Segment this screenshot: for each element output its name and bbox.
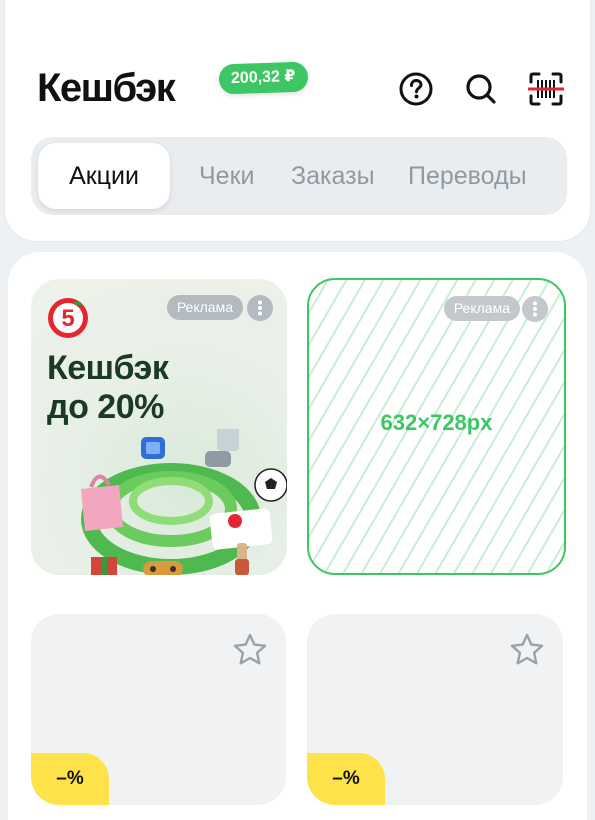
pyaterochka-logo: 5 <box>48 298 88 338</box>
promo-ad-card[interactable]: 5 Реклама Кешбэк до 20% <box>31 279 287 575</box>
blender-icon <box>205 429 239 467</box>
tab-promotions[interactable]: Акции <box>38 143 170 209</box>
promo-headline-line2: до 20% <box>47 388 164 426</box>
star-icon[interactable] <box>232 632 268 668</box>
help-icon <box>399 72 433 106</box>
soccer-ball-icon <box>254 468 287 502</box>
more-vertical-icon <box>258 300 262 316</box>
scan-icon <box>528 72 564 106</box>
ad-label: Реклама <box>166 295 243 320</box>
discount-badge: –% <box>307 753 385 805</box>
star-icon[interactable] <box>509 632 545 668</box>
search-button[interactable] <box>463 71 499 107</box>
search-icon <box>466 74 496 104</box>
offer-card[interactable]: –% <box>31 614 286 805</box>
promo-illustration <box>81 429 287 575</box>
header-panel: Кешбэк 200,32 ₽ Акции Чеки Заказы Перево… <box>4 0 591 242</box>
more-vertical-icon <box>533 301 537 317</box>
page-title: Кешбэк <box>37 66 176 110</box>
gift-icon <box>91 557 117 575</box>
more-options-button[interactable] <box>247 295 273 321</box>
ad-placeholder-card[interactable]: Реклама 632×728px <box>307 278 566 575</box>
placeholder-size-text: 632×728px <box>380 410 493 435</box>
tab-orders[interactable]: Заказы <box>291 143 375 209</box>
help-button[interactable] <box>398 71 434 107</box>
category-tabs: Акции Чеки Заказы Переводы <box>31 137 567 215</box>
tab-transfers[interactable]: Переводы <box>408 143 527 209</box>
cashback-balance-badge[interactable]: 200,32 ₽ <box>218 61 309 95</box>
more-options-button[interactable] <box>522 296 548 322</box>
ad-label: Реклама <box>443 296 520 321</box>
promo-headline: Кешбэк до 20% <box>47 349 169 427</box>
offer-card[interactable]: –% <box>307 614 563 805</box>
gamepad-icon <box>143 561 183 575</box>
promo-headline-line1: Кешбэк <box>47 349 169 387</box>
bottle-icon <box>235 543 249 575</box>
scan-button[interactable] <box>528 71 564 107</box>
tab-receipts[interactable]: Чеки <box>199 143 254 209</box>
watch-icon <box>141 437 165 459</box>
discount-badge: –% <box>31 753 109 805</box>
logo-text: 5 <box>61 305 74 332</box>
